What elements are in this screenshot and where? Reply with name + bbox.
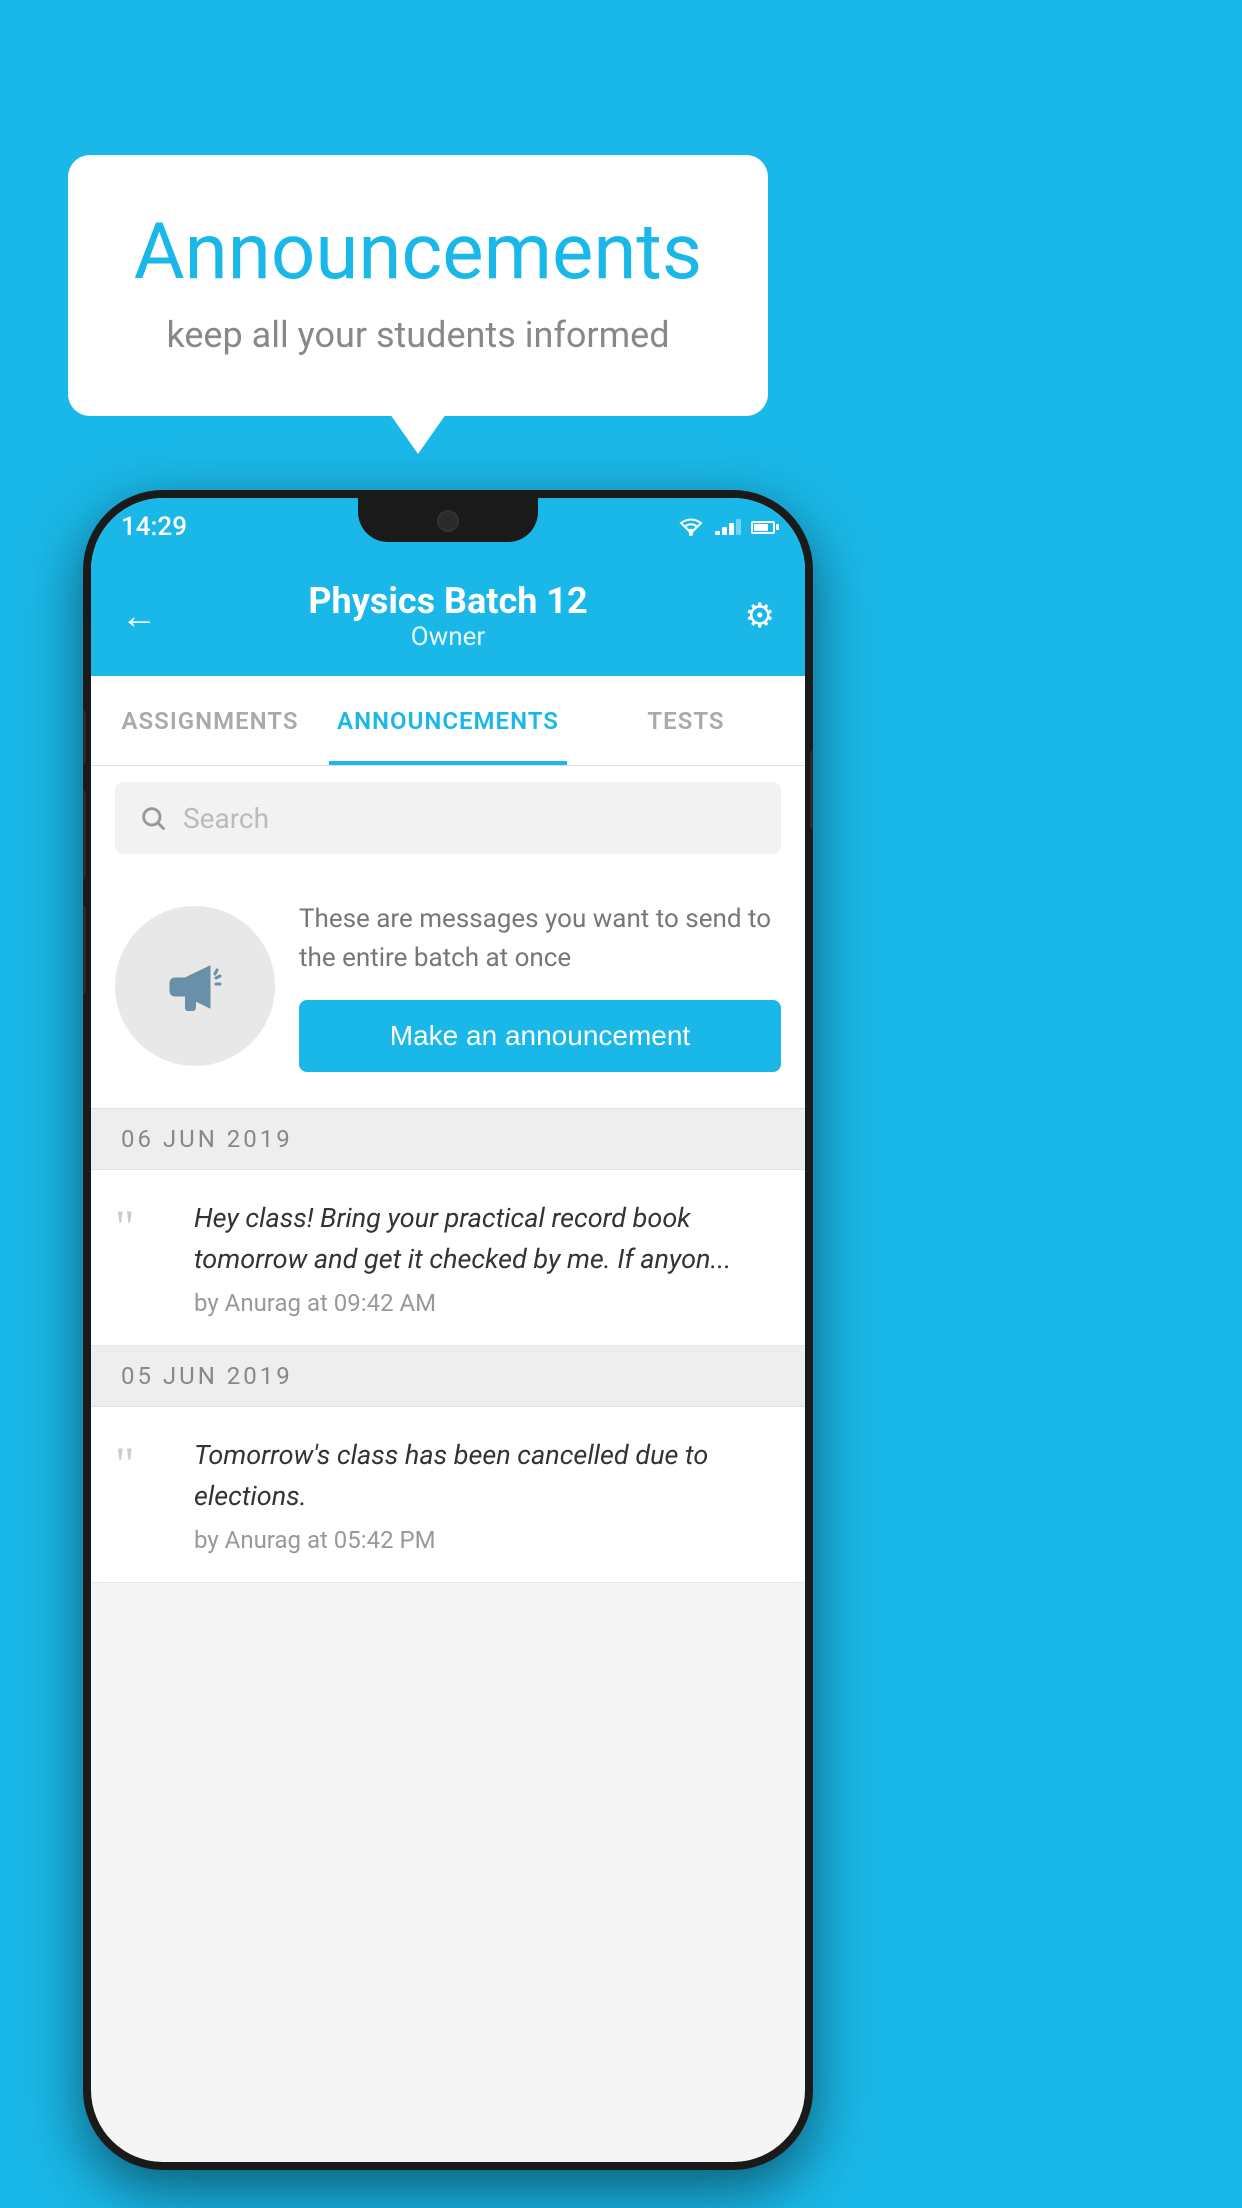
battery-icon bbox=[751, 521, 775, 534]
back-button[interactable]: ← bbox=[121, 595, 171, 637]
announcement-item-1[interactable]: " Hey class! Bring your practical record… bbox=[91, 1170, 805, 1346]
speech-bubble-subtitle: keep all your students informed bbox=[128, 314, 708, 356]
signal-icon bbox=[715, 519, 741, 535]
announcement-text-1: Hey class! Bring your practical record b… bbox=[194, 1198, 781, 1279]
announcement-meta-2: by Anurag at 05:42 PM bbox=[194, 1526, 781, 1554]
announcement-meta-1: by Anurag at 09:42 AM bbox=[194, 1289, 781, 1317]
megaphone-icon bbox=[155, 946, 235, 1026]
quote-icon-2: " bbox=[115, 1441, 170, 1489]
status-time: 14:29 bbox=[121, 512, 187, 542]
search-input[interactable]: Search bbox=[183, 802, 269, 835]
promo-icon-circle bbox=[115, 906, 275, 1066]
front-camera bbox=[437, 510, 459, 532]
promo-text-group: These are messages you want to send to t… bbox=[299, 900, 781, 1072]
tab-announcements[interactable]: ANNOUNCEMENTS bbox=[329, 676, 567, 765]
app-bar-title: Physics Batch 12 bbox=[171, 580, 725, 622]
announcement-content-1: Hey class! Bring your practical record b… bbox=[194, 1198, 781, 1317]
announcement-content-2: Tomorrow's class has been cancelled due … bbox=[194, 1435, 781, 1554]
search-icon bbox=[139, 804, 167, 832]
phone-screen: 14:29 bbox=[91, 498, 805, 2162]
app-bar: ← Physics Batch 12 Owner ⚙ bbox=[91, 556, 805, 676]
app-bar-title-group: Physics Batch 12 Owner bbox=[171, 580, 725, 652]
tabs-bar: ASSIGNMENTS ANNOUNCEMENTS TESTS bbox=[91, 676, 805, 766]
search-box[interactable]: Search bbox=[115, 782, 781, 854]
announcement-item-2[interactable]: " Tomorrow's class has been cancelled du… bbox=[91, 1407, 805, 1583]
announcement-text-2: Tomorrow's class has been cancelled due … bbox=[194, 1435, 781, 1516]
phone-notch bbox=[358, 498, 538, 542]
power-button bbox=[810, 750, 813, 830]
status-icons bbox=[677, 517, 775, 537]
app-bar-subtitle: Owner bbox=[171, 622, 725, 652]
tab-assignments[interactable]: ASSIGNMENTS bbox=[91, 676, 329, 765]
phone-device: 14:29 bbox=[83, 490, 813, 2170]
date-separator-2: 05 JUN 2019 bbox=[91, 1346, 805, 1407]
promo-description: These are messages you want to send to t… bbox=[299, 900, 781, 978]
promo-section: These are messages you want to send to t… bbox=[91, 870, 805, 1109]
volume-up-button bbox=[83, 710, 86, 765]
search-container: Search bbox=[91, 766, 805, 870]
speech-bubble-title: Announcements bbox=[128, 210, 708, 296]
silent-button bbox=[83, 905, 86, 995]
volume-down-button bbox=[83, 790, 86, 880]
settings-button[interactable]: ⚙ bbox=[725, 596, 775, 636]
speech-bubble-container: Announcements keep all your students inf… bbox=[68, 155, 768, 416]
speech-bubble: Announcements keep all your students inf… bbox=[68, 155, 768, 416]
make-announcement-button[interactable]: Make an announcement bbox=[299, 1000, 781, 1072]
date-separator-1: 06 JUN 2019 bbox=[91, 1109, 805, 1170]
tab-tests[interactable]: TESTS bbox=[567, 676, 805, 765]
quote-icon-1: " bbox=[115, 1204, 170, 1252]
wifi-icon bbox=[677, 517, 705, 537]
